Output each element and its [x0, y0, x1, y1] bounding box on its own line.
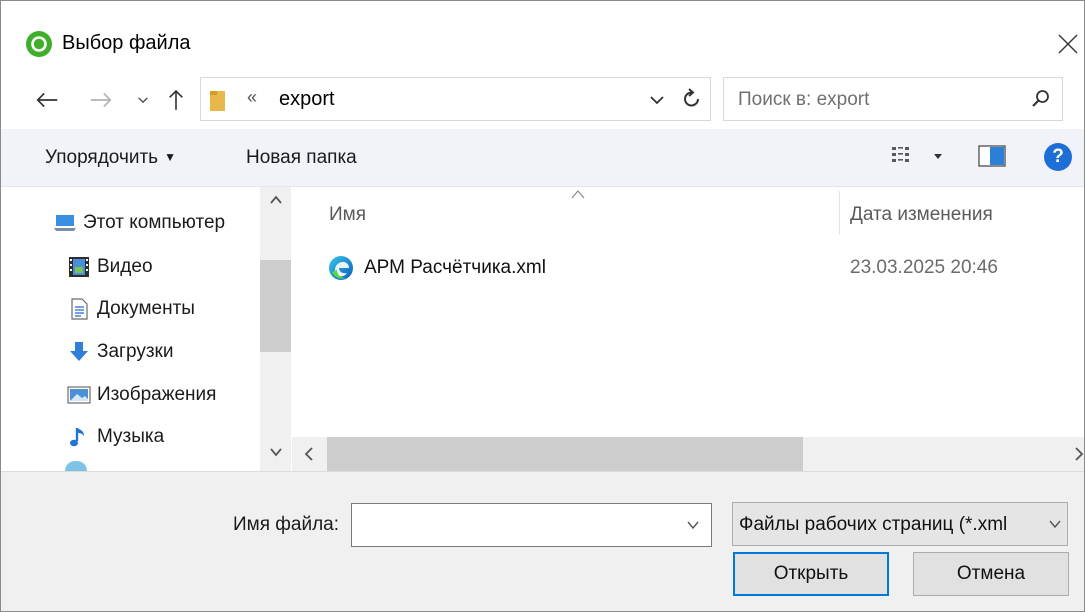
help-icon[interactable]: ?	[1044, 143, 1072, 171]
tree-item-label: Документы	[97, 298, 195, 319]
tree-item-label: Видео	[97, 256, 153, 277]
column-header-date[interactable]: Дата изменения	[850, 204, 993, 226]
list-horizontal-scrollbar[interactable]	[292, 437, 1085, 471]
window-title: Выбор файла	[62, 32, 191, 54]
new-folder-button[interactable]: Новая папка	[246, 147, 357, 169]
view-dropdown-icon[interactable]	[933, 153, 943, 161]
command-toolbar: Упорядочить ▼ Новая папка ?	[1, 129, 1084, 187]
documents-icon	[67, 297, 91, 321]
scroll-up-icon[interactable]	[269, 193, 283, 207]
address-dropdown-icon[interactable]	[648, 89, 666, 111]
tree-item-pictures[interactable]: Изображения	[67, 375, 216, 415]
up-button[interactable]	[163, 85, 189, 115]
title-bar: Выбор файла	[1, 1, 1084, 71]
file-row[interactable]: АРМ Расчётчика.xml 23.03.2025 20:46	[292, 247, 1084, 287]
view-options-icon[interactable]	[891, 145, 913, 167]
breadcrumb-current[interactable]: export	[279, 88, 335, 111]
music-icon	[67, 425, 91, 449]
tree-item-video[interactable]: Видео	[67, 247, 153, 287]
arrow-left-icon	[36, 92, 58, 108]
organize-button[interactable]: Упорядочить ▼	[45, 147, 176, 169]
scrollbar-thumb[interactable]	[327, 437, 803, 471]
column-header-name[interactable]: Имя	[329, 204, 366, 226]
tree-item-label: Музыка	[97, 426, 165, 447]
organize-label: Упорядочить	[45, 147, 159, 168]
filename-label: Имя файла:	[233, 514, 340, 535]
bottom-panel: Имя файла: Файлы рабочих страниц (*.xml …	[1, 471, 1084, 611]
address-bar[interactable]: « export	[200, 77, 711, 121]
scroll-left-icon[interactable]	[302, 446, 316, 462]
chevron-down-icon	[138, 96, 148, 103]
recent-locations-button[interactable]	[135, 85, 151, 115]
file-open-dialog: Выбор файла « export Поиск в: export Упо…	[0, 0, 1085, 612]
open-button[interactable]: Открыть	[733, 552, 889, 596]
cancel-button[interactable]: Отмена	[913, 552, 1069, 596]
preview-pane-icon[interactable]	[978, 145, 1006, 167]
app-logo-icon	[26, 31, 52, 57]
file-type-select[interactable]: Файлы рабочих страниц (*.xml	[732, 502, 1068, 546]
refresh-icon[interactable]	[681, 86, 703, 112]
chevron-down-icon[interactable]	[685, 518, 701, 532]
tree-item-this-pc[interactable]: Этот компьютер	[53, 203, 225, 243]
tree-item-documents[interactable]: Документы	[67, 289, 195, 329]
caret-down-icon: ▼	[164, 150, 176, 164]
tree-item-label: Изображения	[97, 384, 217, 405]
computer-icon	[53, 211, 77, 235]
video-icon	[67, 255, 91, 279]
search-icon[interactable]	[1030, 88, 1052, 110]
back-button[interactable]	[31, 85, 63, 115]
tree-item-music[interactable]: Музыка	[67, 417, 164, 457]
filename-input[interactable]	[351, 503, 712, 547]
network-icon	[65, 461, 87, 471]
sort-ascending-icon	[571, 190, 585, 199]
scroll-right-icon[interactable]	[1072, 446, 1085, 462]
scroll-down-icon[interactable]	[269, 445, 283, 459]
file-name: АРМ Расчётчика.xml	[364, 257, 546, 278]
forward-button[interactable]	[85, 85, 117, 115]
folder-icon	[210, 91, 225, 111]
chevron-down-icon[interactable]	[1047, 517, 1063, 531]
pictures-icon	[67, 383, 91, 407]
breadcrumb-overflow[interactable]: «	[247, 87, 257, 108]
downloads-icon	[67, 340, 91, 364]
scrollbar-thumb[interactable]	[260, 260, 291, 352]
tree-item-label: Загрузки	[97, 341, 174, 362]
tree-item-label: Этот компьютер	[83, 212, 226, 233]
close-icon[interactable]	[1053, 29, 1083, 59]
navigation-tree: Этот компьютер Видео Документы Загрузки …	[1, 187, 291, 471]
navigation-bar: « export Поиск в: export	[1, 77, 1084, 123]
search-box[interactable]: Поиск в: export	[723, 77, 1063, 121]
tree-vertical-scrollbar[interactable]	[260, 187, 291, 471]
arrow-up-icon	[169, 89, 183, 110]
column-divider[interactable]	[839, 191, 840, 235]
tree-item-downloads[interactable]: Загрузки	[67, 332, 173, 372]
file-date: 23.03.2025 20:46	[850, 257, 998, 278]
arrow-right-icon	[90, 92, 112, 108]
file-type-value: Файлы рабочих страниц (*.xml	[739, 514, 1008, 535]
file-list: Имя Дата изменения АРМ Расчётчика.xml 23…	[292, 187, 1085, 471]
edge-icon	[329, 256, 353, 280]
search-placeholder: Поиск в: export	[738, 89, 870, 110]
